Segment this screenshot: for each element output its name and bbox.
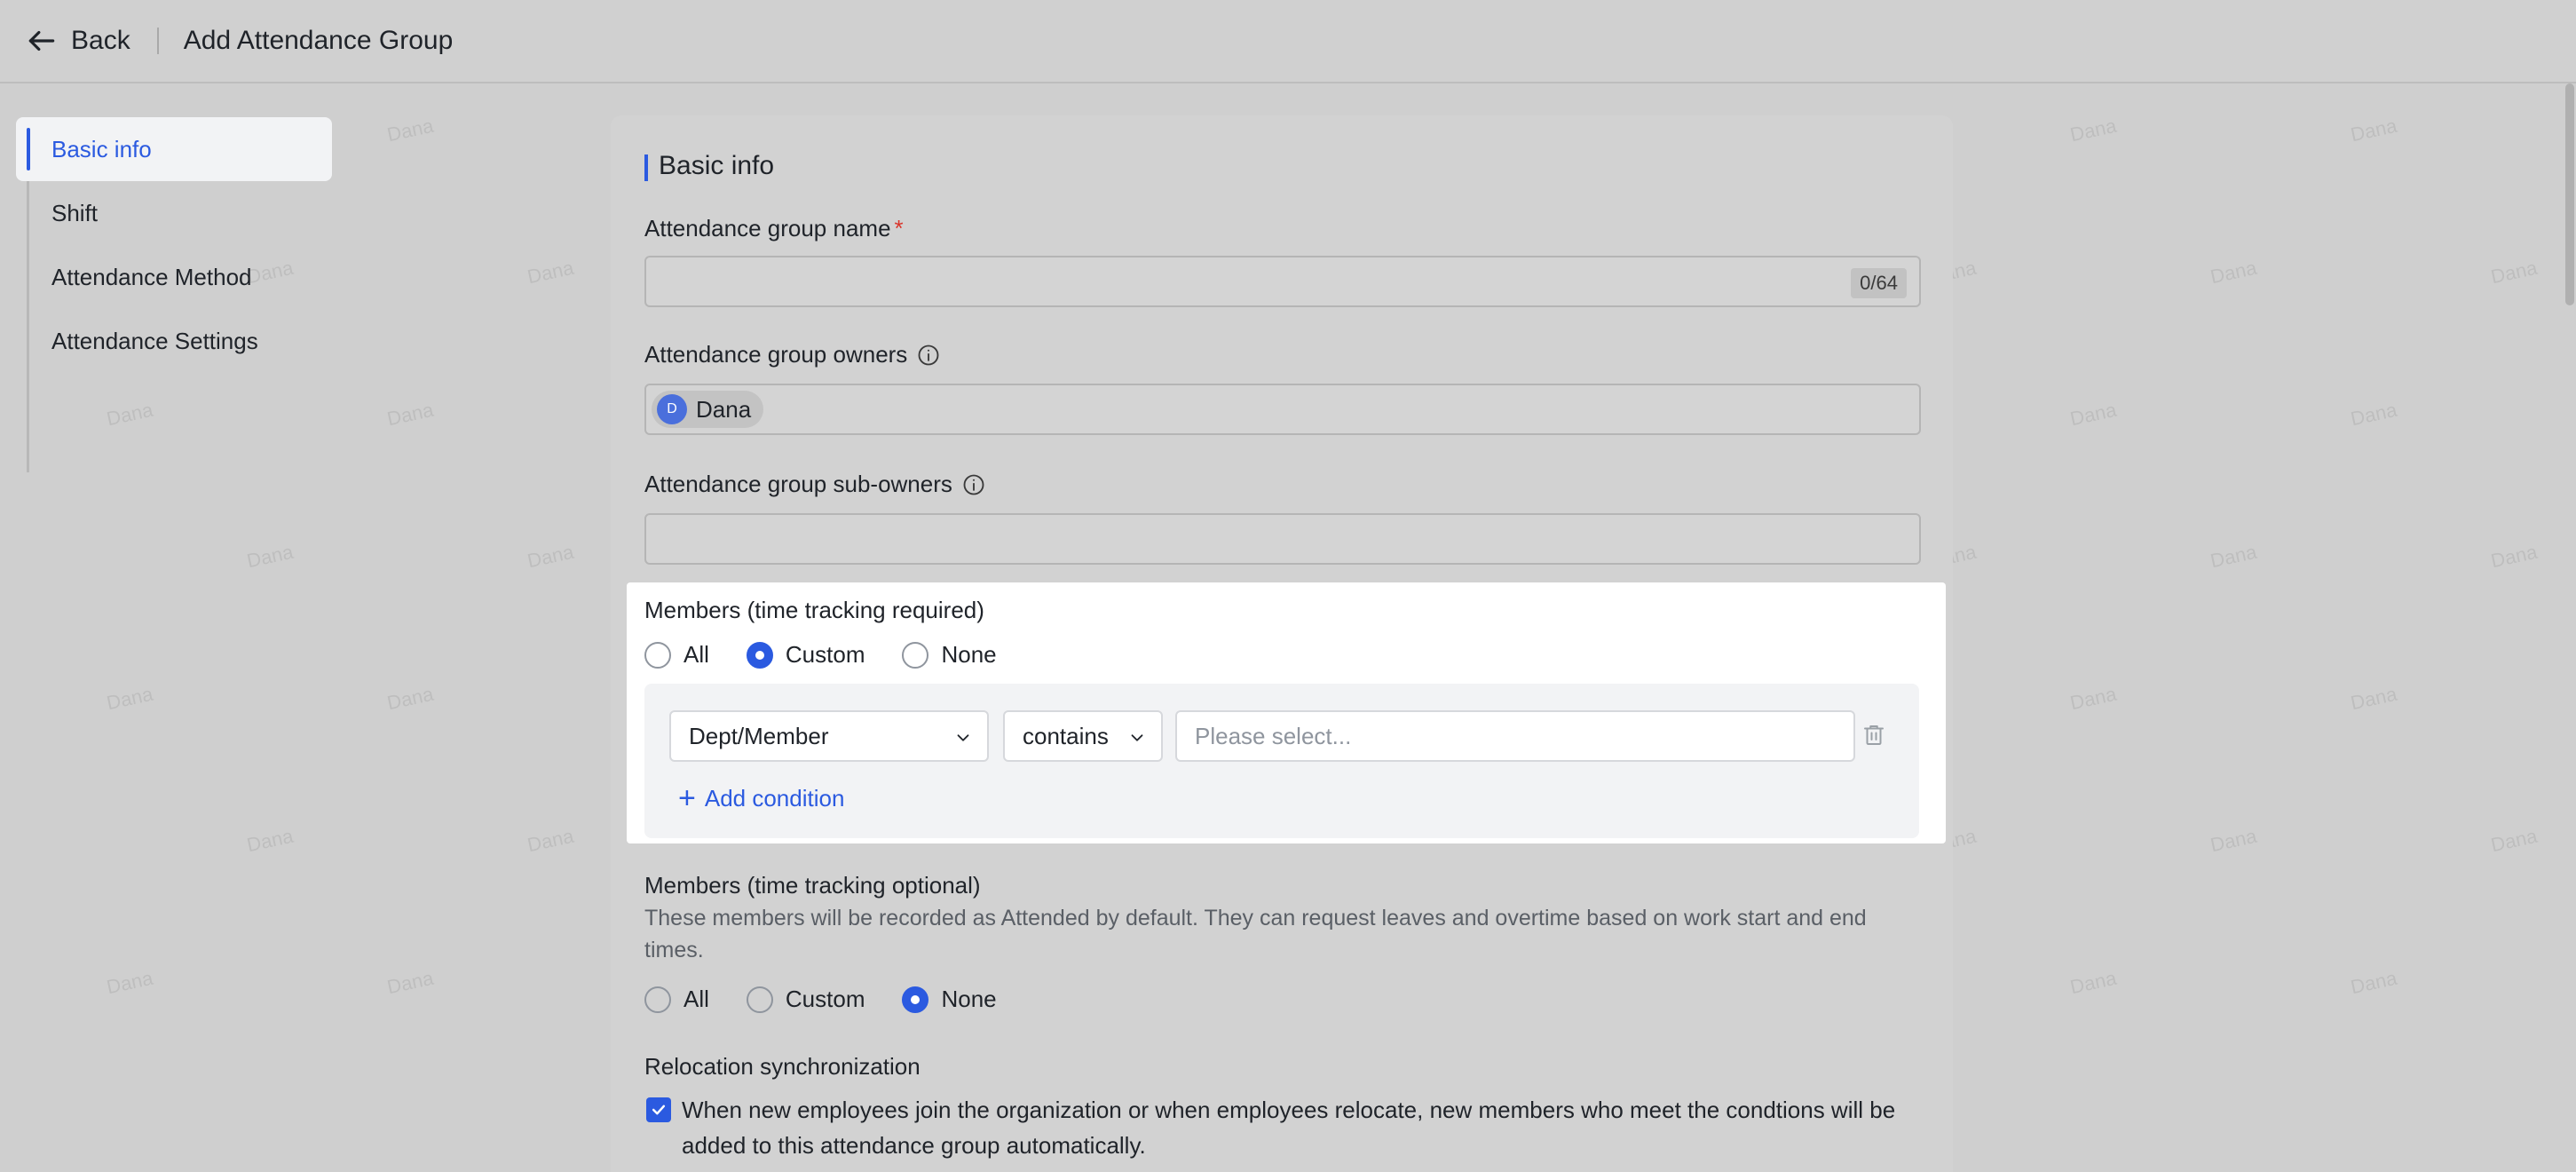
owners-field[interactable]: D Dana	[644, 384, 1921, 435]
watermark-text: Dana	[2208, 540, 2259, 573]
watermark-text: Dana	[2488, 824, 2540, 857]
sidebar-nav: Basic info Shift Attendance Method Atten…	[16, 117, 332, 472]
sub-owners-field[interactable]	[644, 513, 1921, 565]
watermark-text: Dana	[2208, 824, 2259, 857]
watermark-text: Dana	[244, 540, 296, 573]
members-required-section: Members (time tracking required) All Cus…	[627, 582, 1946, 843]
arrow-left-icon	[28, 30, 55, 51]
owner-chip[interactable]: D Dana	[652, 391, 764, 428]
watermark-text: Dana	[104, 398, 155, 431]
radio-circle-checked	[902, 986, 929, 1013]
watermark-text: Dana	[2067, 966, 2119, 999]
checkmark-icon	[652, 1105, 666, 1115]
radio-optional-all[interactable]: All	[644, 986, 709, 1013]
condition-box: Dept/Member contains Please select... + …	[644, 684, 1919, 838]
radio-circle	[644, 986, 671, 1013]
watermark-text: Dana	[384, 682, 436, 715]
watermark-text: Dana	[244, 824, 296, 857]
relocation-text: When new employees join the organization…	[682, 1097, 1896, 1159]
watermark-text: Dana	[2348, 398, 2399, 431]
watermark-text: Dana	[2067, 114, 2119, 146]
add-condition-label: Add condition	[704, 784, 845, 812]
watermark-text: Dana	[104, 966, 155, 999]
trash-icon[interactable]	[1861, 721, 1887, 749]
required-mark: *	[894, 215, 904, 242]
radio-label: Custom	[785, 986, 865, 1012]
radio-label: None	[941, 986, 997, 1012]
watermark-text: Dana	[384, 114, 436, 146]
sidebar-item-attendance-settings[interactable]: Attendance Settings	[16, 309, 332, 373]
info-icon[interactable]	[916, 343, 941, 368]
sub-owners-label-text: Attendance group sub-owners	[644, 471, 952, 497]
condition-operator-value: contains	[1023, 722, 1109, 749]
scrollbar[interactable]	[2565, 83, 2574, 305]
radio-optional-none[interactable]: None	[902, 986, 997, 1013]
watermark-text: Dana	[384, 966, 436, 999]
radio-circle	[746, 986, 773, 1013]
radio-circle	[644, 641, 671, 669]
condition-value-input[interactable]: Please select...	[1175, 710, 1855, 762]
add-condition-button[interactable]: + Add condition	[678, 783, 844, 813]
chevron-down-icon	[1131, 734, 1143, 741]
group-name-input[interactable]: 0/64	[644, 256, 1921, 307]
radio-label: All	[684, 641, 709, 668]
watermark-text: Dana	[2208, 256, 2259, 289]
radio-circle-checked	[746, 641, 773, 669]
watermark-text: Dana	[525, 256, 576, 289]
condition-field-value: Dept/Member	[689, 722, 829, 749]
group-name-label: Attendance group name *	[644, 215, 904, 242]
group-name-label-text: Attendance group name	[644, 215, 891, 242]
sidebar-item-attendance-method[interactable]: Attendance Method	[16, 245, 332, 309]
watermark-text: Dana	[2348, 966, 2399, 999]
radio-circle	[902, 641, 929, 669]
section-title: Basic info	[644, 151, 774, 181]
members-optional-description: These members will be recorded as Attend…	[644, 906, 1867, 962]
watermark-text: Dana	[2348, 114, 2399, 146]
sidebar-item-basic-info[interactable]: Basic info	[16, 117, 332, 181]
owners-label-text: Attendance group owners	[644, 341, 908, 368]
owners-label: Attendance group owners	[644, 341, 941, 368]
header-divider	[156, 28, 159, 54]
members-required-radio-group: All Custom None	[644, 641, 1034, 669]
page-title: Add Attendance Group	[183, 26, 454, 55]
watermark-text: Dana	[2488, 256, 2540, 289]
watermark-text: Dana	[104, 682, 155, 715]
watermark-text: Dana	[384, 398, 436, 431]
sidebar-item-shift[interactable]: Shift	[16, 181, 332, 245]
condition-operator-select[interactable]: contains	[1003, 710, 1163, 762]
chevron-down-icon	[957, 734, 969, 741]
watermark-text: Dana	[525, 540, 576, 573]
plus-icon: +	[678, 781, 696, 815]
members-required-title: Members (time tracking required)	[644, 597, 984, 623]
watermark-text: Dana	[2488, 540, 2540, 573]
members-optional-radio-group: All Custom None	[644, 986, 1034, 1013]
avatar: D	[657, 394, 687, 424]
radio-label: All	[684, 986, 709, 1012]
top-bar: Back Add Attendance Group	[0, 0, 2576, 83]
radio-required-custom[interactable]: Custom	[746, 641, 865, 669]
watermark-text: Dana	[2067, 682, 2119, 715]
radio-required-none[interactable]: None	[902, 641, 997, 669]
owner-name: Dana	[696, 395, 752, 423]
condition-value-placeholder: Please select...	[1195, 722, 1352, 749]
sub-owners-label: Attendance group sub-owners	[644, 471, 986, 498]
relocation-title: Relocation synchronization	[644, 1053, 921, 1080]
radio-optional-custom[interactable]: Custom	[746, 986, 865, 1013]
members-optional-title: Members (time tracking optional)	[644, 872, 981, 899]
back-button[interactable]: Back	[25, 24, 130, 58]
watermark-text: Dana	[2348, 682, 2399, 715]
condition-field-select[interactable]: Dept/Member	[669, 710, 989, 762]
radio-label: Custom	[785, 641, 865, 668]
relocation-checkbox[interactable]	[646, 1097, 671, 1122]
info-icon[interactable]	[961, 472, 986, 497]
watermark-text: Dana	[525, 824, 576, 857]
radio-required-all[interactable]: All	[644, 641, 709, 669]
radio-label: None	[941, 641, 997, 668]
watermark-text: Dana	[2067, 398, 2119, 431]
back-label: Back	[71, 26, 130, 55]
char-counter: 0/64	[1851, 268, 1907, 298]
